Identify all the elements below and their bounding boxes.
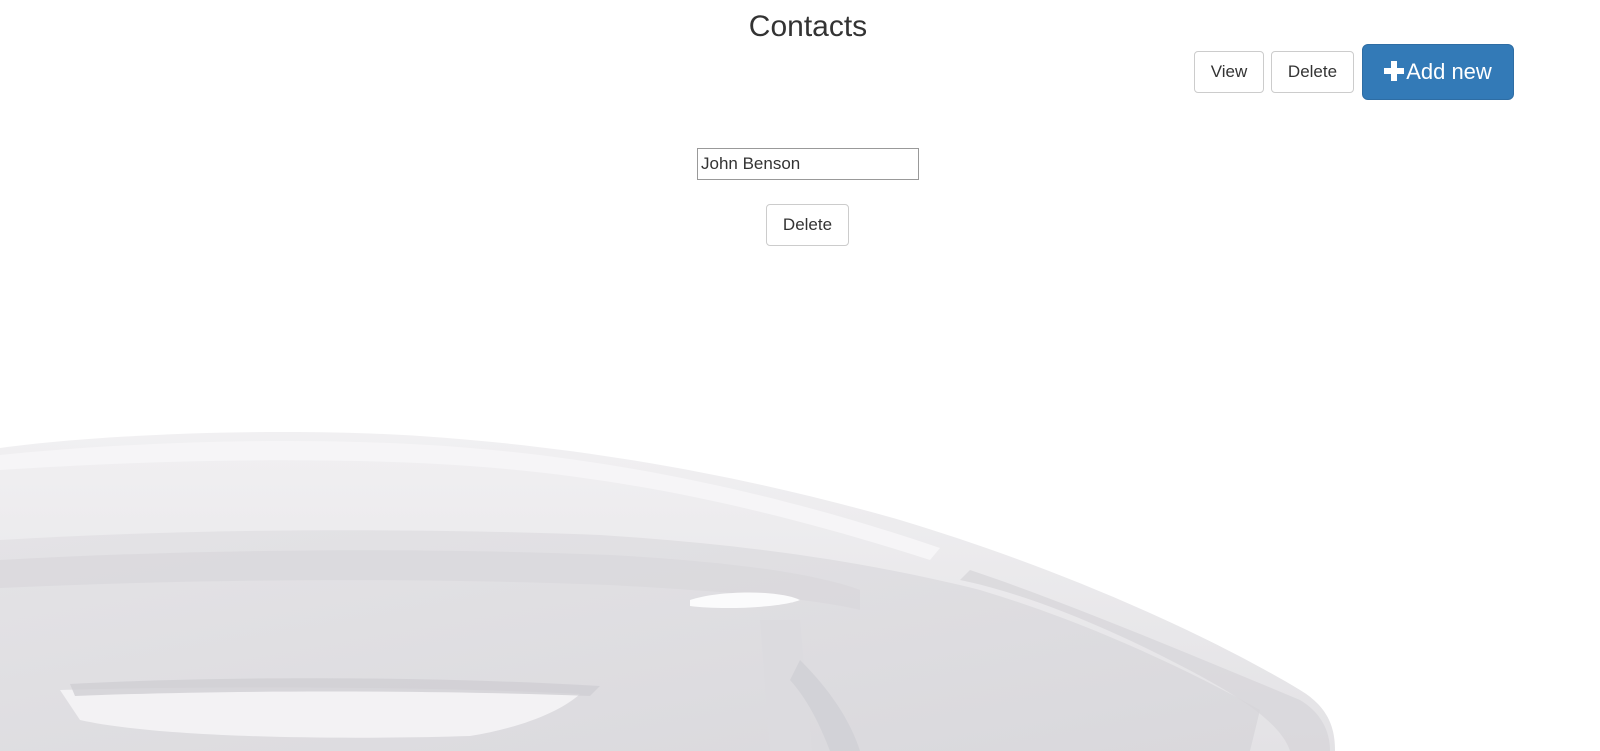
telephone-background-image	[0, 432, 1335, 751]
delete-contact-button[interactable]: Delete	[766, 204, 849, 246]
add-new-button[interactable]: Add new	[1362, 44, 1514, 100]
add-new-label: Add new	[1406, 59, 1492, 84]
contact-name-input[interactable]	[697, 148, 919, 180]
contacts-page: Contacts View Delete Add new Delete	[0, 0, 1600, 751]
page-title: Contacts	[748, 10, 868, 43]
delete-button[interactable]: Delete	[1271, 51, 1354, 93]
plus-icon	[1384, 61, 1405, 81]
view-button[interactable]: View	[1194, 51, 1264, 93]
